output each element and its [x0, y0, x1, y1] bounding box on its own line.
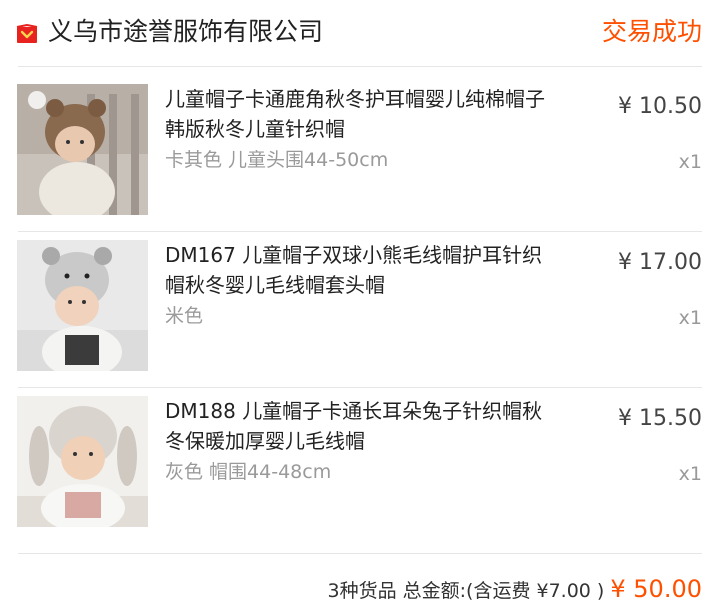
- product-image[interactable]: [17, 84, 148, 215]
- order-summary: 3种货品 总金额:(含运费 ¥7.00 ) ¥ 50.00: [327, 572, 702, 606]
- product-price: ¥ 15.50: [618, 406, 702, 431]
- product-image[interactable]: [17, 396, 148, 527]
- product-image[interactable]: [17, 240, 148, 371]
- order-item[interactable]: 儿童帽子卡通鹿角秋冬护耳帽婴儿纯棉帽子韩版秋冬儿童针织帽 卡其色 儿童头围44-…: [0, 84, 720, 240]
- shop-icon: [16, 23, 38, 44]
- total-amount: ¥ 50.00: [610, 575, 702, 603]
- total-label: 总金额:: [402, 580, 467, 602]
- shop-header[interactable]: 义乌市途誉服饰有限公司 交易成功: [0, 0, 720, 66]
- product-title[interactable]: DM167 儿童帽子双球小熊毛线帽护耳针织帽秋冬婴儿毛线帽套头帽: [165, 240, 545, 300]
- item-count: 3种货品: [327, 580, 397, 602]
- product-quantity: x1: [678, 463, 702, 485]
- product-sku: 卡其色 儿童头围44-50cm: [165, 149, 389, 171]
- product-title[interactable]: DM188 儿童帽子卡通长耳朵兔子针织帽秋冬保暖加厚婴儿毛线帽: [165, 396, 545, 456]
- product-quantity: x1: [678, 307, 702, 329]
- divider: [18, 387, 702, 388]
- product-title[interactable]: 儿童帽子卡通鹿角秋冬护耳帽婴儿纯棉帽子韩版秋冬儿童针织帽: [165, 84, 545, 144]
- product-sku: 灰色 帽围44-48cm: [165, 461, 332, 483]
- product-quantity: x1: [678, 151, 702, 173]
- order-item[interactable]: DM188 儿童帽子卡通长耳朵兔子针织帽秋冬保暖加厚婴儿毛线帽 灰色 帽围44-…: [0, 396, 720, 552]
- divider: [18, 66, 702, 67]
- product-sku: 米色: [165, 305, 204, 327]
- shop-name[interactable]: 义乌市途誉服饰有限公司: [48, 12, 323, 52]
- divider: [18, 553, 702, 554]
- shipping-fee: (含运费 ¥7.00 ): [466, 580, 605, 602]
- order-item[interactable]: DM167 儿童帽子双球小熊毛线帽护耳针织帽秋冬婴儿毛线帽套头帽 米色 ¥ 17…: [0, 240, 720, 396]
- order-status: 交易成功: [601, 17, 702, 46]
- product-price: ¥ 10.50: [618, 94, 702, 119]
- product-price: ¥ 17.00: [618, 250, 702, 275]
- divider: [18, 231, 702, 232]
